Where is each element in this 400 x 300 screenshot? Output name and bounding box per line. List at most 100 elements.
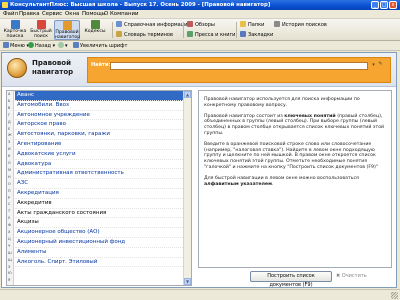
alphabet-letter[interactable]: Т	[8, 209, 10, 213]
alphabet-letter[interactable]: М	[8, 168, 11, 172]
group-item[interactable]: Акты гражданского состояния	[15, 209, 183, 219]
alphabet-letter[interactable]: Ц	[8, 237, 11, 241]
menu-label: Меню	[10, 43, 25, 49]
press-books-button[interactable]: Пресса и книги	[187, 31, 235, 39]
zoom-font-button[interactable]: Увеличить шрифт	[73, 42, 127, 50]
back-label: Назад	[35, 43, 52, 49]
resize-grip[interactable]	[391, 292, 398, 299]
navigator-window: Правовой навигатор Найти: ▾ ✎ АБВГДЕЖЗИК…	[1, 52, 397, 288]
group-item[interactable]: Аккредитация	[15, 189, 183, 199]
maximize-button[interactable]: □	[380, 1, 388, 9]
minimize-button[interactable]: _	[371, 1, 379, 9]
group-item[interactable]: Акцизы	[15, 218, 183, 229]
alphabet-letter[interactable]: Щ	[8, 258, 12, 262]
alphabet-letter[interactable]: О	[8, 182, 11, 186]
clear-icon: ✖	[336, 273, 341, 279]
group-item[interactable]: Акционерный инвестиционный фонд	[15, 238, 183, 248]
menu-help[interactable]: Помощь	[82, 11, 105, 17]
alphabet-letter[interactable]: Д	[8, 120, 11, 124]
help-text: Для быстрой навигации в левом окне можно…	[204, 175, 359, 181]
build-document-list-button[interactable]: Построить список документов (F9)	[250, 271, 332, 288]
group-item[interactable]: Алкоголь. Спирт. Этиловый	[15, 258, 183, 268]
group-item[interactable]: Аванс	[15, 91, 183, 101]
menu-file[interactable]: Файл	[3, 11, 18, 17]
group-items: Аванс Автомобили. Ввоз Автономное учрежден…	[15, 91, 183, 268]
alphabet-letter[interactable]: В	[8, 106, 10, 110]
group-item[interactable]: Аккредитив	[15, 199, 183, 209]
group-item[interactable]: Акционерное общество (АО)	[15, 228, 183, 238]
quick-search-button[interactable]: Быстрый поиск	[30, 20, 52, 40]
toolbar-divider	[183, 22, 184, 38]
alphabet-letter[interactable]: С	[8, 202, 10, 206]
eraser-icon[interactable]: ✎	[377, 61, 384, 69]
alphabet-letter[interactable]: Ж	[8, 133, 12, 137]
alphabet-letter[interactable]: Б	[8, 99, 10, 103]
alphabet-letter[interactable]: Ю	[8, 271, 12, 275]
group-item[interactable]: Адвокатура	[15, 160, 183, 170]
menu-service[interactable]: Сервис	[42, 11, 62, 17]
legal-navigator-button[interactable]: Правовой навигатор	[54, 20, 80, 40]
bookmarks-button[interactable]: Закладки	[240, 31, 273, 39]
alphabet-letter[interactable]: Ш	[8, 251, 12, 255]
group-item[interactable]: Автономное учреждение	[15, 111, 183, 121]
reference-info-label: Справочная информация	[124, 22, 191, 28]
group-item[interactable]: Адвокатские услуги	[15, 150, 183, 160]
search-input[interactable]	[110, 62, 368, 70]
find-label: Найти:	[91, 62, 111, 68]
alphabet-letter[interactable]: У	[8, 216, 10, 220]
navigator-label2: навигатор	[55, 35, 81, 40]
groups-list[interactable]: АБВГДЕЖЗИКЛМНОПРСТУФХЦЧШЩЭЮЯ Аванс Автомо…	[6, 90, 192, 286]
close-button[interactable]: x	[389, 1, 397, 9]
group-item[interactable]: Автомобили. Ввоз	[15, 101, 183, 111]
alphabet-letter[interactable]: Ч	[8, 244, 10, 248]
alphabet-letter[interactable]: К	[8, 154, 10, 158]
alphabet-letter[interactable]: А	[8, 92, 10, 96]
search-card-button[interactable]: Карточка поиска	[2, 20, 28, 40]
back-button[interactable]: Назад ▾	[28, 42, 55, 50]
reference-info-button[interactable]: Справочная информация	[116, 21, 190, 29]
menu-about[interactable]: О Компании	[104, 11, 139, 17]
alphabet-letter[interactable]: Э	[8, 265, 10, 269]
search-history-button[interactable]: История поисков	[274, 21, 327, 29]
group-item[interactable]: АЗС	[15, 179, 183, 189]
group-item[interactable]: Агентирование	[15, 140, 183, 150]
help-text: Правовой навигатор состоит из	[204, 113, 283, 119]
scroll-down-icon[interactable]: ▼	[184, 278, 191, 285]
group-item[interactable]: Авторское право	[15, 120, 183, 131]
alphabet-letter[interactable]: Е	[8, 127, 10, 131]
navigator-header: Правовой навигатор Найти: ▾ ✎	[2, 53, 396, 87]
alphabet-letter[interactable]: Ф	[8, 223, 11, 227]
zoom-icon	[73, 42, 79, 48]
forward-button[interactable]: ▾	[58, 42, 68, 50]
alphabet-letter[interactable]: Я	[8, 278, 10, 282]
codes-button[interactable]: Кодексы	[82, 20, 108, 40]
navigator-icon	[62, 21, 72, 30]
reviews-button[interactable]: Обзоры	[187, 21, 215, 29]
search-history-label: История поисков	[282, 22, 327, 28]
press-books-label: Пресса и книги	[195, 32, 236, 38]
alphabet-index[interactable]: АБВГДЕЖЗИКЛМНОПРСТУФХЦЧШЩЭЮЯ	[7, 91, 14, 285]
folders-label: Папки	[248, 22, 265, 28]
alphabet-letter[interactable]: И	[8, 147, 11, 151]
scroll-up-icon[interactable]: ▲	[184, 91, 191, 98]
alphabet-letter[interactable]: Н	[8, 175, 11, 179]
alphabet-letter[interactable]: Л	[8, 161, 11, 165]
menu-windows[interactable]: Окна	[65, 11, 79, 17]
alphabet-letter[interactable]: Р	[8, 196, 10, 200]
group-item[interactable]: Автостоянки, парковки, гаражи	[15, 130, 183, 140]
group-item[interactable]: Административная ответственность	[15, 169, 183, 180]
dropdown-icon[interactable]: ▾	[370, 62, 377, 70]
menu-edit[interactable]: Правка	[19, 11, 40, 17]
folders-button[interactable]: Папки	[240, 21, 264, 29]
menu-dropdown-button[interactable]: Меню ▾	[3, 42, 29, 50]
alphabet-letter[interactable]: З	[8, 140, 10, 144]
alphabet-letter[interactable]: П	[8, 189, 11, 193]
dictionary-button[interactable]: Словарь терминов	[116, 31, 173, 39]
group-item[interactable]: Алименты	[15, 248, 183, 258]
dictionary-icon	[116, 31, 122, 37]
alphabet-letter[interactable]: Г	[8, 113, 10, 117]
alphabet-letter[interactable]: Х	[8, 230, 10, 234]
clear-button[interactable]: ✖ Очистить	[336, 271, 376, 282]
app-icon	[2, 2, 8, 8]
vertical-scrollbar[interactable]: ▲ ▼	[183, 91, 191, 285]
